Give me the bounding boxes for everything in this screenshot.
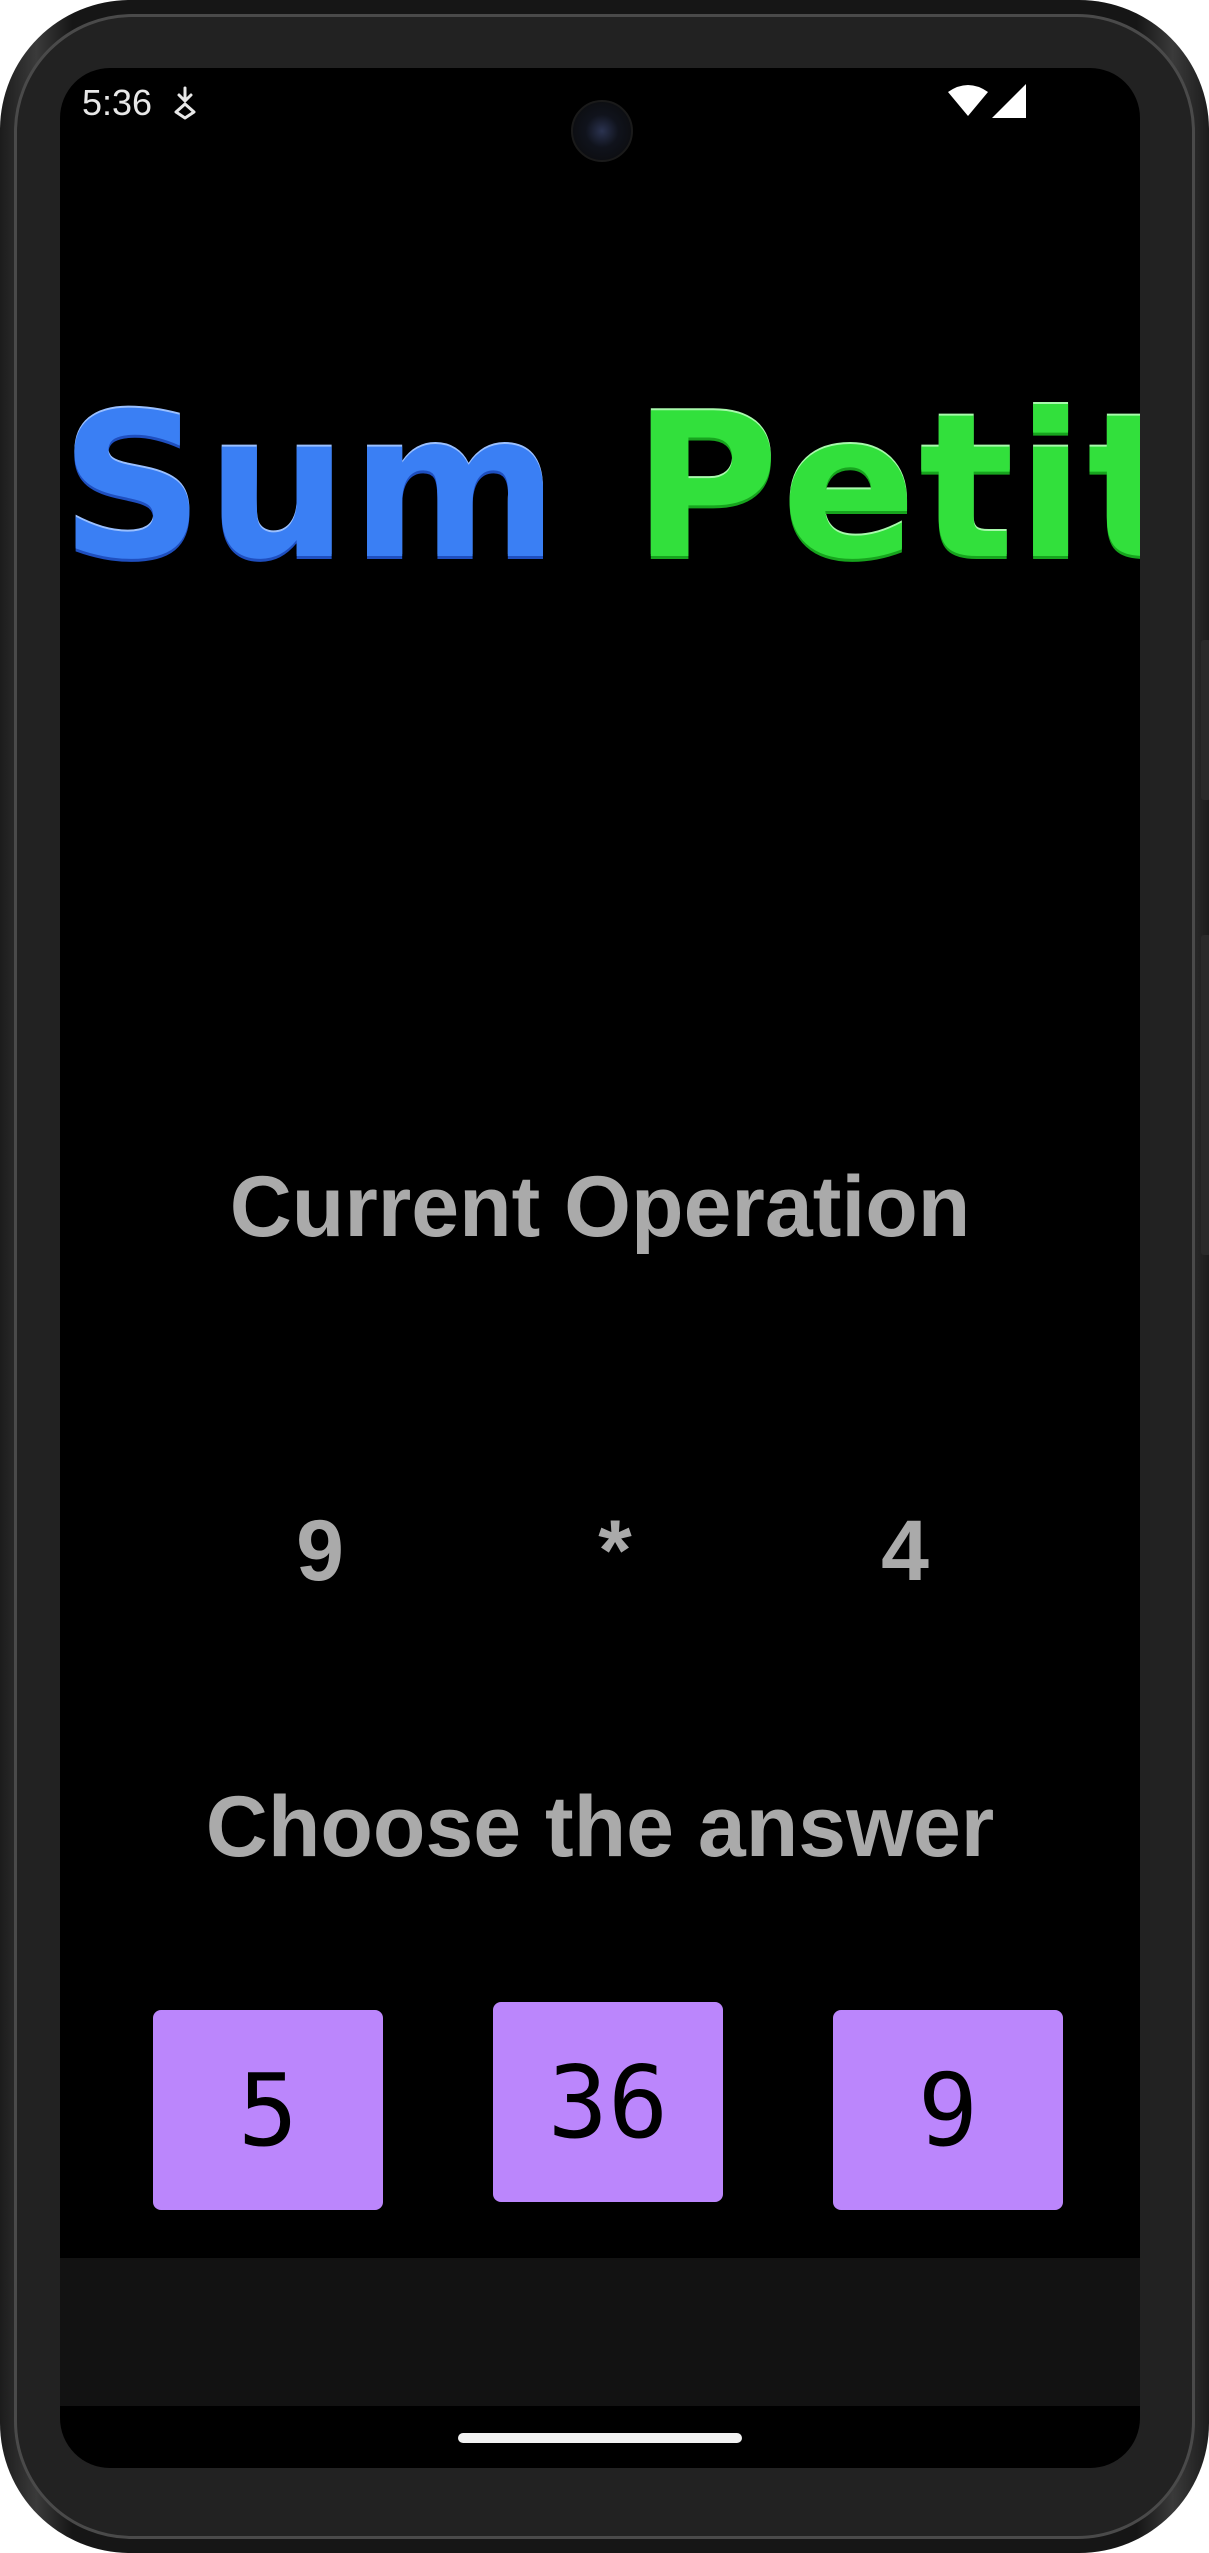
phone-frame: 5:36 Sum Petit Current Operation 9 * 4 C… [0,0,1209,2553]
power-button [1201,640,1209,800]
logo-word-petit: Petit [632,371,1140,604]
front-camera [571,100,633,162]
download-notification-icon [174,86,196,120]
operand-b: 4 [881,1503,929,1599]
app-screen: 5:36 Sum Petit Current Operation 9 * 4 C… [60,68,1140,2468]
volume-button [1201,935,1209,1255]
bottom-panel [60,2258,1140,2406]
operator-symbol: * [598,1503,632,1599]
answer-button-2[interactable]: 36 [493,2002,723,2202]
status-time: 5:36 [82,82,153,123]
choose-answer-label: Choose the answer [205,1779,995,1875]
status-bar: 5:36 [60,68,1140,162]
answer-button-3[interactable]: 9 [833,2010,1063,2210]
current-operation-label: Current Operation [229,1159,971,1255]
wifi-icon [948,85,988,116]
home-indicator[interactable] [458,2433,742,2443]
answer-button-1[interactable]: 5 [153,2010,383,2210]
cell-signal-icon [992,84,1026,118]
logo-word-sum: Sum [60,371,561,604]
app-logo: Sum Petit [60,388,1140,588]
operand-a: 9 [296,1503,344,1599]
